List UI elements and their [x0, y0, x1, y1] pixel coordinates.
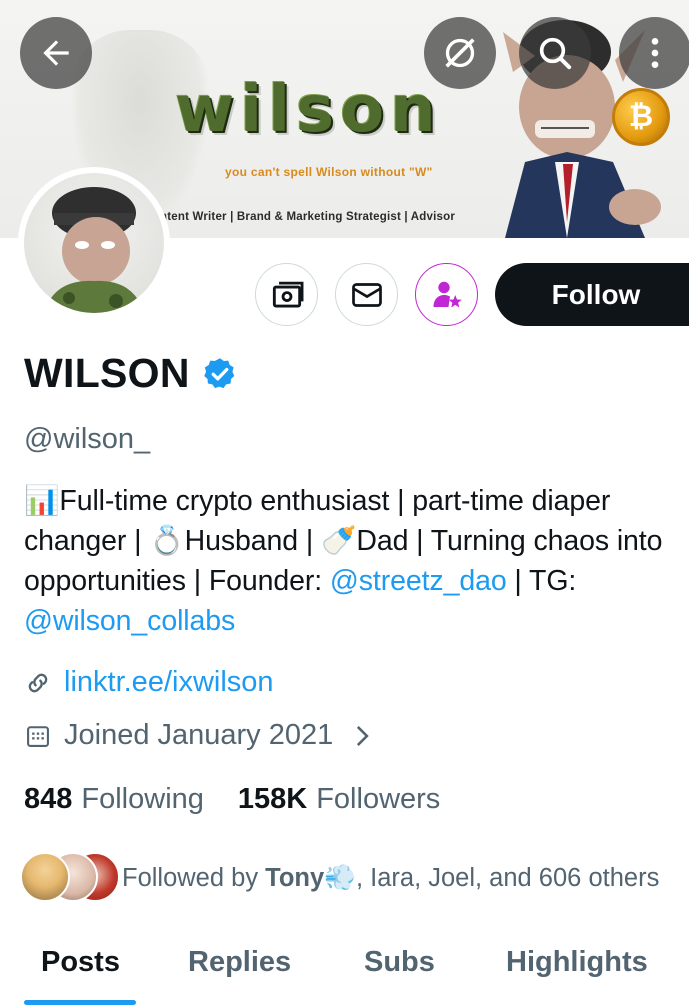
profile-bio: 📊Full-time crypto enthusiast | part-time… [24, 481, 689, 641]
follow-button[interactable]: Follow [495, 263, 689, 326]
profile-avatar[interactable] [18, 167, 170, 319]
mention-wilson-collabs[interactable]: @wilson_collabs [24, 605, 235, 637]
follower-avatar-1 [20, 852, 70, 902]
display-name: WILSON [24, 350, 190, 396]
search-icon [539, 37, 572, 70]
arrow-left-icon [43, 40, 69, 66]
verified-badge-icon[interactable] [202, 356, 238, 392]
bitcoin-coin-icon: ₿ [612, 88, 670, 146]
join-date: Joined January 2021 [64, 719, 334, 751]
tip-button[interactable] [255, 263, 318, 326]
message-button[interactable] [335, 263, 398, 326]
baby-bottle-emoji: 🍼 [320, 525, 357, 557]
chart-emoji: 📊 [24, 485, 60, 517]
following-count: 848 [24, 783, 73, 815]
followed-by-prefix: Followed by [122, 864, 266, 892]
tab-posts[interactable]: Posts [41, 946, 120, 979]
chevron-right-icon [357, 725, 370, 746]
active-tab-indicator [24, 1000, 136, 1005]
back-button[interactable] [20, 17, 92, 89]
follow-stats: 848 Following 158K Followers [24, 783, 474, 816]
more-vertical-icon [651, 38, 659, 68]
name-row: WILSON [24, 350, 238, 397]
following-stat[interactable]: 848 Following [24, 783, 204, 816]
followers-you-know[interactable]: Followed by Tony💨, Iara, Joel, and 606 o… [20, 852, 659, 904]
grok-slash-icon [445, 38, 475, 68]
link-icon [28, 673, 48, 692]
tab-subs[interactable]: Subs [364, 946, 435, 979]
person-star-icon [433, 281, 462, 307]
banner-roles: ntent Writer | Brand & Marketing Strateg… [160, 211, 455, 223]
bio-text-2: Husband | [184, 525, 321, 557]
mention-streetz-dao[interactable]: @streetz_dao [330, 565, 507, 597]
followers-count: 158K [237, 783, 308, 815]
calendar-icon [27, 725, 49, 747]
website-link[interactable]: linktr.ee/ixwilson [64, 666, 274, 699]
banner-logo: wilson [175, 73, 442, 147]
ring-emoji: 💍 [149, 525, 185, 557]
avatar-image [24, 173, 164, 313]
dash-emoji: 💨 [324, 864, 356, 892]
followers-label: Followers [316, 783, 441, 815]
money-icon [272, 281, 303, 308]
followed-by-first-name: Tony [265, 864, 325, 892]
followers-stat[interactable]: 158K Followers [238, 783, 440, 816]
username-handle: @wilson_ [24, 423, 151, 455]
bio-text-4: | TG: [506, 565, 577, 597]
grok-button[interactable] [424, 17, 496, 89]
search-button[interactable] [519, 17, 591, 89]
tab-replies[interactable]: Replies [188, 946, 291, 979]
subscribe-button[interactable] [415, 263, 478, 326]
profile-tabs: Posts Replies Subs Highlights [0, 940, 689, 1005]
banner-tagline: you can't spell Wilson without "W" [225, 165, 433, 179]
followed-by-rest: , Iara, Joel, and 606 others [355, 864, 660, 892]
tab-highlights[interactable]: Highlights [506, 946, 648, 979]
followed-by-text: Followed by Tony💨, Iara, Joel, and 606 o… [122, 863, 659, 893]
envelope-icon [351, 282, 382, 307]
follower-avatars [20, 852, 120, 904]
join-date-row[interactable]: Joined January 2021 [24, 719, 373, 752]
profile-website: linktr.ee/ixwilson [24, 666, 274, 699]
more-options-button[interactable] [619, 17, 689, 89]
following-label: Following [81, 783, 204, 815]
